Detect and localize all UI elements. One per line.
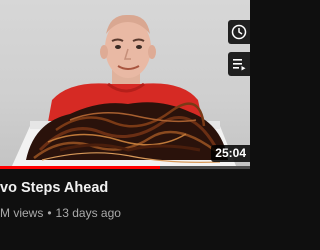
watch-progress-bar bbox=[0, 166, 250, 169]
watch-progress-fill bbox=[0, 166, 160, 169]
thumbnail-image bbox=[12, 14, 236, 166]
duration-badge: 25:04 bbox=[211, 145, 250, 162]
watch-later-button[interactable] bbox=[228, 20, 250, 44]
view-count: M views bbox=[0, 206, 44, 220]
publish-date: 13 days ago bbox=[55, 206, 121, 220]
video-title[interactable]: vo Steps Ahead bbox=[0, 180, 250, 196]
video-thumbnail[interactable]: 25:04 bbox=[0, 0, 250, 166]
meta-separator: • bbox=[47, 206, 52, 220]
add-to-queue-button[interactable] bbox=[228, 52, 250, 76]
queue-icon bbox=[233, 59, 246, 71]
clock-icon bbox=[231, 24, 247, 40]
video-metadata: M views • 13 days ago bbox=[0, 206, 121, 220]
